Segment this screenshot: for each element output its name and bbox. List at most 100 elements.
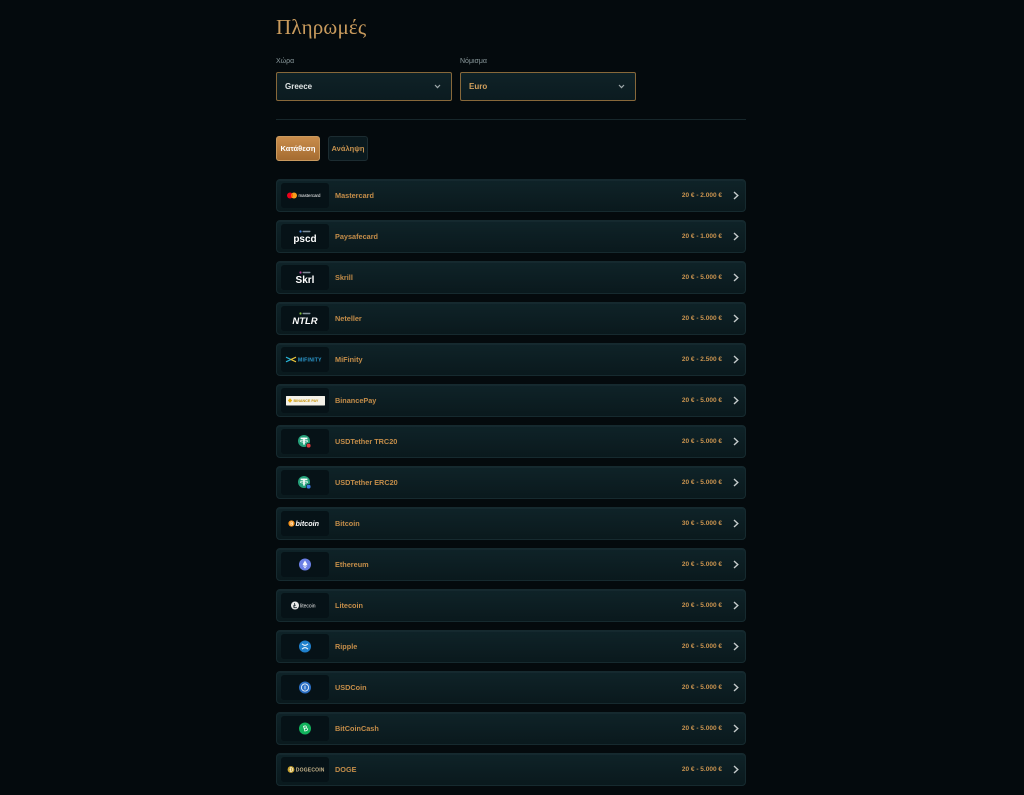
country-value: Greece [285,82,313,91]
chevron-right-icon [733,560,739,569]
neteller-logo: NTLR [292,312,318,327]
payments-page: Πληρωμές Χώρα Greece Νόμισμα Euro Κατάθε… [276,0,746,795]
currency-select[interactable]: Euro [460,72,636,101]
method-name: Mastercard [335,191,374,200]
country-label: Χώρα [276,58,295,65]
method-name: BinancePay [335,396,377,405]
method-name: USDTether ERC20 [335,478,398,487]
payment-method-mastercard[interactable]: mastercard Mastercard 20 € - 2.000 € [276,179,746,212]
payment-method-neteller[interactable]: NTLR Neteller 20 € - 5.000 € [276,302,746,335]
chevron-right-icon [733,519,739,528]
litecoin-logo: litecoin [291,601,316,610]
method-limits: 20 € - 5.000 € [681,274,722,281]
chevron-down-icon [618,84,625,89]
logo-text: litecoin [300,603,316,609]
method-limits: 20 € - 5.000 € [681,315,722,322]
method-name: USDCoin [335,683,367,692]
method-logo: pscd [281,224,329,249]
method-limits: 20 € - 2.000 € [681,192,722,199]
chevron-right-icon [733,396,739,405]
tab-withdrawal[interactable]: Ανάληψη [328,136,368,161]
payment-method-ethereum[interactable]: Ethereum 20 € - 5.000 € [276,548,746,581]
tron-badge [306,443,312,449]
payment-method-doge[interactable]: DOGECOIN DOGE 20 € - 5.000 € [276,753,746,786]
method-logo [281,552,329,577]
ripple-icon [299,640,311,653]
chevron-right-icon [733,437,739,446]
payment-methods-list: mastercard Mastercard 20 € - 2.000 € psc… [276,179,746,786]
method-logo [281,429,329,454]
method-limits: 20 € - 5.000 € [681,602,722,609]
chevron-right-icon [733,478,739,487]
method-logo [281,470,329,495]
logo-text: NTLR [292,316,317,327]
chevron-right-icon [733,273,739,282]
method-logo: Skrl [281,265,329,290]
payment-method-usdt-erc20[interactable]: USDTether ERC20 20 € - 5.000 € [276,466,746,499]
tether-trc20-icon [298,435,312,449]
brand-tag [302,230,311,233]
section-divider [276,119,746,120]
ethereum-icon [299,558,311,571]
skrill-logo: Skrl [296,271,315,286]
brand-dot [299,312,302,315]
chevron-right-icon [733,314,739,323]
brand-tag [302,271,311,274]
mastercard-logo: mastercard [287,192,321,199]
method-name: Ethereum [335,560,369,569]
method-logo: bitcoin [281,511,329,536]
method-limits: 20 € - 5.000 € [681,438,722,445]
method-name: MiFinity [335,355,363,364]
chevron-right-icon [733,191,739,200]
payment-method-ripple[interactable]: Ripple 20 € - 5.000 € [276,630,746,663]
payment-method-bitcoincash[interactable]: BitCoinCash 20 € - 5.000 € [276,712,746,745]
method-limits: 20 € - 1.000 € [681,233,722,240]
chevron-right-icon [733,683,739,692]
page-title: Πληρωμές [276,15,367,39]
chevron-right-icon [733,724,739,733]
ripple-circle [299,640,311,653]
payment-method-usdcoin[interactable]: USDCoin 20 € - 5.000 € [276,671,746,704]
payment-method-binancepay[interactable]: BINANCE PAY BinancePay 20 € - 5.000 € [276,384,746,417]
method-name: Skrill [335,273,353,282]
chevron-right-icon [733,232,739,241]
payment-method-mifinity[interactable]: MIFINITY MiFinity 20 € - 2.500 € [276,343,746,376]
currency-field: Νόμισμα Euro [460,57,636,101]
brand-dot [299,230,302,233]
method-limits: 20 € - 2.500 € [681,356,722,363]
usdcoin-icon [299,681,311,694]
chevron-down-icon [434,84,441,89]
chevron-right-icon [733,765,739,774]
chevron-right-icon [733,601,739,610]
payment-method-bitcoin[interactable]: bitcoin Bitcoin 30 € - 5.000 € [276,507,746,540]
tab-deposit[interactable]: Κατάθεση [276,136,320,161]
logo-text: MIFINITY [298,357,322,363]
method-name: Bitcoin [335,519,360,528]
method-limits: 20 € - 5.000 € [681,561,722,568]
country-select[interactable]: Greece [276,72,452,101]
logo-text: Skrl [296,275,315,286]
tether-t-stem [303,478,305,486]
payment-method-litecoin[interactable]: litecoin Litecoin 20 € - 5.000 € [276,589,746,622]
method-limits: 20 € - 5.000 € [681,684,722,691]
method-name: Litecoin [335,601,363,610]
dogecoin-logo: DOGECOIN [287,766,325,773]
logo-text: pscd [293,234,316,245]
payment-method-paysafecard[interactable]: pscd Paysafecard 20 € - 1.000 € [276,220,746,253]
method-logo: BINANCE PAY [281,388,329,413]
logo-text: bitcoin [296,519,320,528]
tether-t-stem [303,437,305,445]
method-logo [281,716,329,741]
payment-method-skrill[interactable]: Skrl Skrill 20 € - 5.000 € [276,261,746,294]
tether-erc20-icon [298,476,312,490]
payment-method-usdt-trc20[interactable]: USDTether TRC20 20 € - 5.000 € [276,425,746,458]
method-logo: mastercard [281,183,329,208]
method-limits: 20 € - 5.000 € [681,725,722,732]
country-field: Χώρα Greece [276,57,452,101]
binance-pay-logo: BINANCE PAY [286,396,325,406]
method-limits: 30 € - 5.000 € [681,520,722,527]
method-limits: 20 € - 5.000 € [681,643,722,650]
method-limits: 20 € - 5.000 € [681,766,722,773]
bitcoin-cash-icon [299,722,311,735]
brand-dot [299,271,302,274]
